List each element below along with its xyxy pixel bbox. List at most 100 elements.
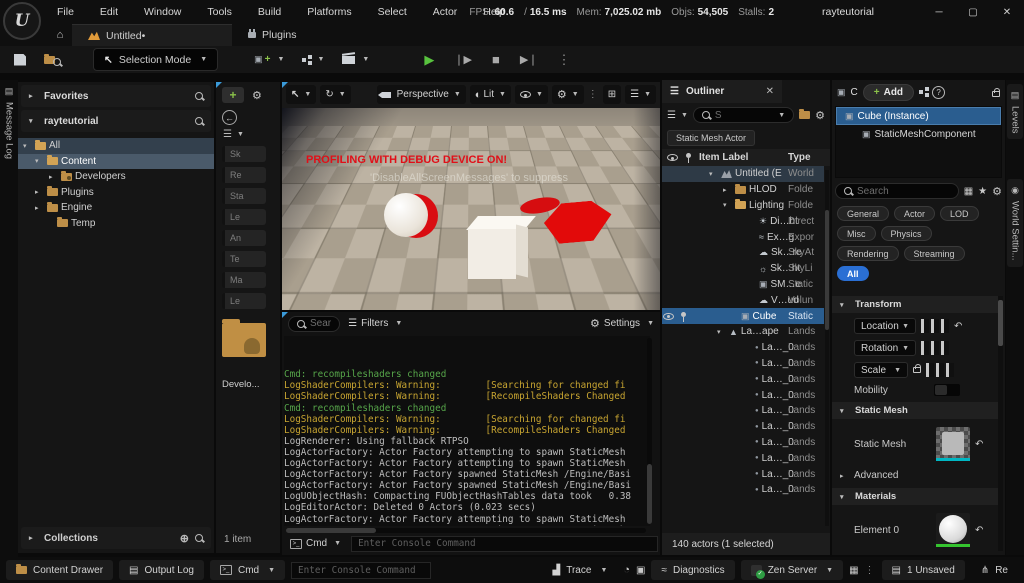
zen-server-dropdown[interactable]: Zen Server▼ — [741, 560, 843, 580]
static-mesh-thumbnail[interactable] — [936, 427, 970, 461]
expand-icon[interactable]: ▾ — [717, 328, 726, 336]
reset-icon[interactable]: ↶ — [975, 439, 983, 450]
expand-icon[interactable]: ▾ — [35, 157, 44, 165]
filter-chip[interactable]: Le — [222, 209, 266, 225]
transform-section-header[interactable]: ▾Transform — [832, 296, 1000, 313]
details-filter-chip[interactable]: Misc — [837, 226, 876, 241]
outliner-row[interactable]: ▾ Lighting Folde — [662, 198, 824, 214]
add-collection-icon[interactable]: ⊕ — [180, 532, 189, 545]
back-button[interactable]: ← — [222, 110, 237, 125]
filter-dropdown[interactable]: ☰▼ — [223, 129, 280, 140]
menu-item[interactable]: Window — [131, 0, 194, 24]
details-filter-chip[interactable]: All — [837, 266, 869, 281]
create-folder-icon[interactable] — [799, 111, 810, 119]
type-column[interactable]: Type — [788, 152, 811, 163]
details-filter-chip[interactable]: Streaming — [904, 246, 965, 261]
scene-3d[interactable]: PROFILING WITH DEBUG DEVICE ON! 'Disable… — [282, 108, 660, 310]
minimize-button[interactable]: ─ — [922, 0, 956, 24]
show-flags-dropdown[interactable]: ▼ — [515, 85, 548, 104]
diagnostics-button[interactable]: ≈Diagnostics — [651, 560, 734, 580]
scrollbar-thumb[interactable] — [998, 300, 1003, 346]
expand-icon[interactable]: ▸ — [723, 186, 732, 194]
outliner-tab[interactable]: ☰ Outliner ✕ — [662, 80, 782, 103]
scale-xyz-fields[interactable] — [926, 363, 954, 377]
collections-header[interactable]: ▸ Collections ⊕ — [21, 527, 211, 549]
filter-chip[interactable]: Te — [222, 251, 266, 267]
scrollbar-thumb[interactable] — [647, 464, 652, 524]
z-field[interactable] — [941, 341, 949, 355]
outliner-row[interactable]: ▾ Untitled (E World — [662, 166, 824, 182]
asset-item[interactable]: Develo... — [222, 323, 268, 390]
derived-data-icon[interactable]: ▦ — [849, 565, 858, 576]
log-settings-dropdown[interactable]: ⚙Settings▼ — [590, 317, 654, 330]
favorites-header[interactable]: ▸ Favorites — [21, 85, 211, 107]
display-options-icon[interactable]: ▦ — [964, 186, 973, 197]
log-filters-dropdown[interactable]: ☰Filters▼ — [348, 318, 402, 329]
y-field[interactable] — [931, 341, 939, 355]
material-thumbnail[interactable] — [936, 513, 970, 547]
outliner-row[interactable]: ▸ HLOD Folde — [662, 182, 824, 198]
viewport-settings-dropdown[interactable]: ⚙▼ — [552, 85, 584, 104]
outliner-row[interactable]: ☁ V…ud Volun — [662, 292, 824, 308]
menu-item[interactable]: Actor — [420, 0, 471, 24]
perspective-dropdown[interactable]: Perspective▼ — [377, 85, 466, 104]
white-cube[interactable] — [468, 229, 516, 279]
viewport-options-icon[interactable]: ⋮ — [588, 89, 599, 100]
details-filter-chip[interactable]: General — [837, 206, 889, 221]
mobility-toggle[interactable] — [934, 384, 960, 396]
folder-tree-row[interactable]: ▸ Engine — [18, 200, 214, 216]
step-button[interactable]: ❘▶ — [447, 53, 479, 66]
expand-icon[interactable]: ▾ — [723, 201, 732, 209]
outliner-scrollbar[interactable] — [825, 170, 829, 526]
expand-icon[interactable]: ▾ — [23, 142, 32, 150]
details-filter-chip[interactable]: Actor — [894, 206, 935, 221]
x-field[interactable] — [921, 319, 929, 333]
status-options-icon[interactable]: ⋮ — [865, 565, 876, 576]
expand-icon[interactable]: ▾ — [709, 170, 718, 178]
y-field[interactable] — [936, 363, 944, 377]
outliner-row[interactable]: ● La…_0 Lands — [662, 356, 824, 372]
outliner-row[interactable]: ● La…_0 Lands — [662, 371, 824, 387]
outliner-row[interactable]: ● La…_0 Lands — [662, 403, 824, 419]
details-scrollbar[interactable] — [998, 296, 1003, 551]
selection-mode-dropdown[interactable]: ↖Selection Mode▼ — [93, 48, 218, 71]
log-lines[interactable]: Cmd: recompileshaders changedLogShaderCo… — [284, 336, 650, 526]
folder-tree-row[interactable]: ▾ All — [18, 138, 214, 154]
screenshot-icon[interactable]: ▣ — [636, 565, 645, 576]
viewport[interactable]: ↖▼ ↻▼ Perspective▼ ◐Lit▼ ▼ ⚙▼ ⋮ ⊞ ☰▼ PRO… — [282, 82, 660, 310]
outliner-row[interactable]: ≈ Ex…g Expor — [662, 229, 824, 245]
output-log-button[interactable]: ▤Output Log — [119, 560, 204, 580]
content-drawer-button[interactable]: Content Drawer — [6, 560, 113, 580]
revision-control-button[interactable]: ⋔Re — [971, 560, 1018, 580]
viewport-select-dropdown[interactable]: ↖▼ — [286, 85, 316, 104]
outliner-row[interactable]: ● La…_0 Lands — [662, 340, 824, 356]
outliner-filter-dropdown[interactable]: ☰▼ — [667, 110, 688, 121]
play-button[interactable]: ▶ — [417, 52, 441, 68]
pin-icon[interactable] — [681, 312, 686, 317]
insights-icon[interactable]: ◔ — [623, 564, 630, 576]
scale-dropdown[interactable]: Scale▼ — [854, 362, 908, 378]
menu-item[interactable]: Edit — [87, 0, 131, 24]
maximize-button[interactable]: ▢ — [956, 0, 990, 24]
blueprints-dropdown[interactable]: ▼ — [296, 49, 330, 71]
folder-tree-row[interactable]: ▸ Developers — [18, 169, 214, 185]
viewport-transform-dropdown[interactable]: ↻▼ — [320, 85, 350, 104]
add-actor-dropdown[interactable]: ▣+▼ — [248, 49, 290, 71]
pin-column-icon[interactable] — [686, 153, 691, 158]
location-xyz-fields[interactable] — [921, 319, 949, 333]
component-row[interactable]: ▣ StaticMeshComponent — [836, 125, 1001, 143]
component-row[interactable]: ▣ Cube (Instance) — [836, 107, 1001, 125]
folder-tree-row[interactable]: ▾ Content — [18, 154, 214, 170]
x-field[interactable] — [921, 341, 929, 355]
browse-content-button[interactable] — [38, 49, 67, 71]
asset-tab[interactable]: Untitled• — [72, 24, 232, 46]
menu-item[interactable]: File — [44, 0, 87, 24]
filter-chip[interactable]: An — [222, 230, 266, 246]
favorites-star-icon[interactable]: ★ — [978, 186, 987, 197]
details-filter-chip[interactable]: LOD — [940, 206, 979, 221]
close-button[interactable]: ✕ — [990, 0, 1024, 24]
outliner-row[interactable]: ● La…_0 Lands — [662, 466, 824, 482]
eye-icon[interactable] — [663, 313, 674, 320]
search-icon[interactable] — [195, 92, 203, 100]
outliner-row[interactable]: ☀ Di…ht Direct — [662, 213, 824, 229]
